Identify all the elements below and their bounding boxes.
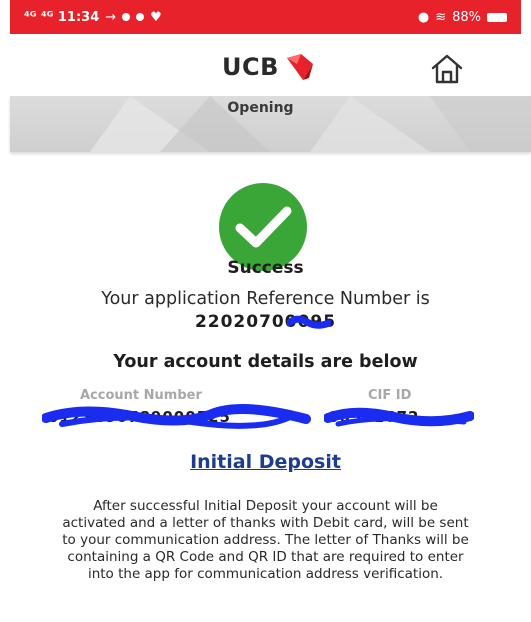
cif-id-value: 00501672 xyxy=(324,407,474,427)
success-label: Success xyxy=(227,258,304,278)
info-text: After successful Initial Deposit your ac… xyxy=(62,498,469,582)
battery-icon xyxy=(487,12,507,22)
notification-dot-icon xyxy=(122,13,131,21)
status-left: ⁴ᴳ ⁴ᴳ 11:34 → ♥ xyxy=(24,10,162,25)
status-bar: ⁴ᴳ ⁴ᴳ 11:34 → ♥ ● ≋ 88% xyxy=(10,0,521,34)
account-number-label: Account Number xyxy=(80,388,202,403)
redaction-scribble xyxy=(324,407,474,427)
initial-deposit-row: Initial Deposit xyxy=(0,451,531,473)
wifi-icon: ≋ xyxy=(435,9,447,25)
reference-number-row: 22020700095 xyxy=(0,312,531,332)
cif-id-label: CIF ID xyxy=(368,388,412,403)
status-time: ⁴ᴳ ⁴ᴳ 11:34 xyxy=(24,9,100,25)
logo-text: UCB xyxy=(222,53,279,81)
home-icon[interactable] xyxy=(430,52,464,86)
account-details-heading: Your account details are below xyxy=(113,352,418,372)
page-title-band: Opening xyxy=(10,96,531,152)
notification-dot-icon xyxy=(136,13,145,21)
redaction-scribble xyxy=(42,404,311,429)
logo-mark-icon xyxy=(286,54,313,80)
initial-deposit-link[interactable]: Initial Deposit xyxy=(190,451,341,473)
status-right: ● ≋ 88% xyxy=(418,10,507,25)
notification-icon: ♥ xyxy=(150,9,162,25)
app-header: UCB xyxy=(0,34,531,96)
page-title: Opening xyxy=(227,100,294,116)
ucb-logo: UCB xyxy=(222,52,317,82)
reference-number: 22020700095 xyxy=(195,312,336,332)
alarm-icon: ● xyxy=(417,9,430,25)
reference-line: Your application Reference Number is xyxy=(101,289,430,309)
account-number-value: 0123456789000525 xyxy=(42,404,311,429)
battery-text: 88% xyxy=(452,9,481,25)
redaction-scribble xyxy=(286,315,331,329)
arrow-icon: → xyxy=(105,9,117,25)
app-screen: ⁴ᴳ ⁴ᴳ 11:34 → ♥ ● ≋ 88% UCB Opening Succ… xyxy=(0,0,531,622)
